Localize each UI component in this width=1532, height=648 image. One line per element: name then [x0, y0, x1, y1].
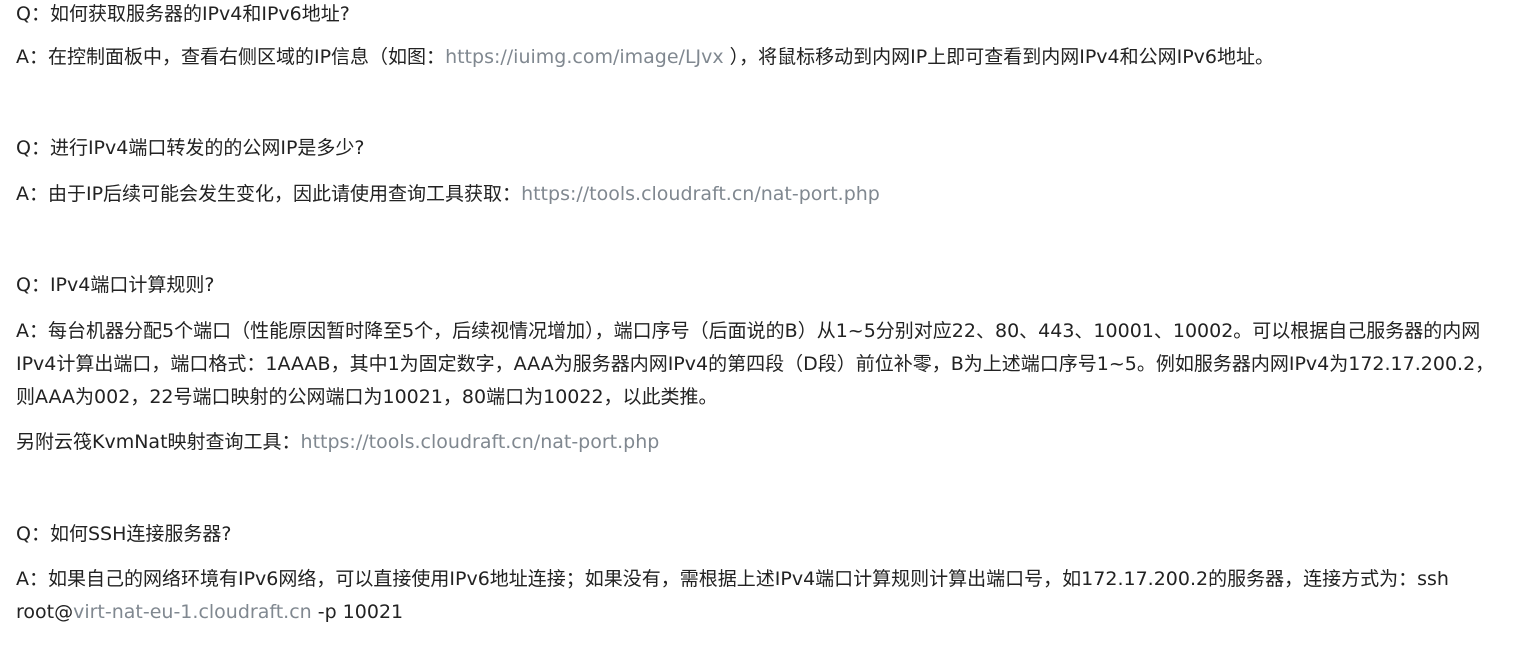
image-link[interactable]: https://iuimg.com/image/LJvx [445, 46, 724, 68]
faq-answer-1-prefix: A：在控制面板中，查看右侧区域的IP信息（如图： [16, 46, 446, 68]
faq-answer-1-suffix: ），将鼠标移动到内网IP上即可查看到内网IPv4和公网IPv6地址。 [723, 46, 1275, 68]
faq-extra-3: 另附云筏KvmNat映射查询工具：https://tools.cloudraft… [16, 428, 659, 456]
faq-answer-2-prefix: A：由于IP后续可能会发生变化，因此请使用查询工具获取： [16, 183, 522, 205]
faq-answer-4-suffix: -p 10021 [311, 601, 404, 623]
faq-answer-2: A：由于IP后续可能会发生变化，因此请使用查询工具获取：https://tool… [16, 180, 880, 208]
faq-question-3: Q：IPv4端口计算规则? [16, 274, 215, 296]
faq-answer-4: A：如果自己的网络环境有IPv6网络，可以直接使用IPv6地址连接；如果没有，需… [16, 563, 1496, 629]
faq-answer-1: A：在控制面板中，查看右侧区域的IP信息（如图：https://iuimg.co… [16, 43, 1274, 71]
nat-port-tool-link[interactable]: https://tools.cloudraft.cn/nat-port.php [521, 183, 880, 205]
faq-question-2: Q：进行IPv4端口转发的的公网IP是多少? [16, 137, 365, 159]
faq-page: Q：如何获取服务器的IPv4和IPv6地址? A：在控制面板中，查看右侧区域的I… [0, 0, 1532, 648]
faq-question-1: Q：如何获取服务器的IPv4和IPv6地址? [16, 3, 350, 25]
kvmnat-tool-link[interactable]: https://tools.cloudraft.cn/nat-port.php [301, 431, 660, 453]
faq-question-4: Q：如何SSH连接服务器? [16, 523, 232, 545]
faq-extra-3-prefix: 另附云筏KvmNat映射查询工具： [16, 431, 301, 453]
faq-answer-3: A：每台机器分配5个端口（性能原因暂时降至5个，后续视情况增加），端口序号（后面… [16, 320, 1495, 408]
ssh-host-link[interactable]: virt-nat-eu-1.cloudraft.cn [73, 601, 312, 623]
